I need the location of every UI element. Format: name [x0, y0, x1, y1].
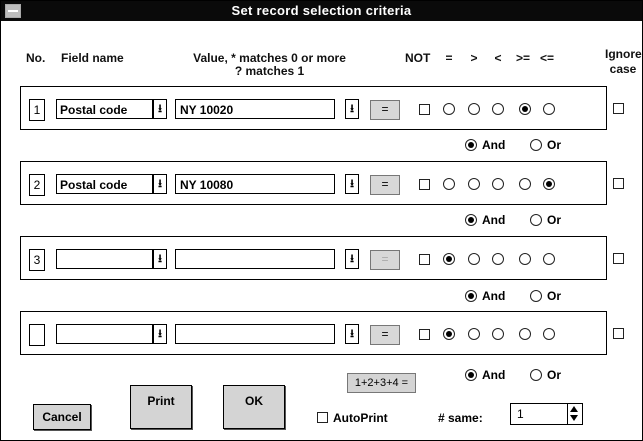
and-radio[interactable]: [465, 290, 477, 302]
or-radio[interactable]: [530, 214, 542, 226]
header-op-lt: <: [494, 51, 502, 65]
ignore-case-checkbox[interactable]: [613, 178, 624, 189]
header-field-name: Field name: [61, 51, 124, 65]
insert-operator-button[interactable]: =: [370, 100, 400, 120]
same-count-label: # same:: [438, 411, 483, 425]
operator-radio-lt[interactable]: [492, 328, 504, 340]
operator-radio-lt[interactable]: [492, 103, 504, 115]
operator-radio-le[interactable]: [543, 103, 555, 115]
window-title: Set record selection criteria: [231, 3, 412, 18]
not-checkbox[interactable]: [419, 104, 430, 115]
value-input[interactable]: NY 10080: [175, 174, 335, 194]
row-number-field[interactable]: 1: [29, 99, 45, 121]
field-dropdown-arrow-icon[interactable]: ⭳: [153, 249, 167, 269]
operator-radio-eq[interactable]: [443, 178, 455, 190]
same-count-spinner[interactable]: 1: [510, 403, 583, 425]
or-radio[interactable]: [530, 369, 542, 381]
and-radio[interactable]: [465, 369, 477, 381]
operator-radio-ge[interactable]: [519, 178, 531, 190]
value-dropdown-arrow-icon[interactable]: ⭳: [345, 324, 359, 344]
header-value-line2: ? matches 1: [234, 64, 305, 78]
value-dropdown-arrow-icon[interactable]: ⭳: [345, 174, 359, 194]
ok-button[interactable]: OK: [223, 385, 285, 429]
operator-radio-ge[interactable]: [519, 103, 531, 115]
criteria-row-2: 2 Postal code ⭳ NY 10080 ⭳ =: [20, 161, 607, 205]
header-not: NOT: [405, 51, 431, 65]
or-label: Or: [547, 289, 562, 303]
not-checkbox[interactable]: [419, 179, 430, 190]
value-dropdown-arrow-icon[interactable]: ⭳: [345, 249, 359, 269]
criteria-row-3: 3 ⭳ ⭳ =: [20, 236, 607, 280]
row-number-field[interactable]: [29, 324, 45, 346]
and-radio[interactable]: [465, 214, 477, 226]
print-button[interactable]: Print: [130, 385, 192, 429]
header-ignore-line1: Ignore: [605, 47, 642, 61]
field-name-select[interactable]: Postal code: [56, 99, 153, 119]
combine-expression-button[interactable]: 1+2+3+4 =: [347, 373, 416, 393]
or-label: Or: [547, 368, 562, 382]
field-name-select[interactable]: [56, 249, 153, 269]
criteria-row-1: 1 Postal code ⭳ NY 10020 ⭳ =: [20, 86, 607, 130]
operator-radio-lt[interactable]: [492, 178, 504, 190]
header-no: No.: [26, 51, 46, 65]
header-op-eq: =: [445, 51, 453, 65]
and-label: And: [482, 213, 506, 227]
not-checkbox[interactable]: [419, 254, 430, 265]
header-op-gt: >: [470, 51, 478, 65]
insert-operator-button[interactable]: =: [370, 175, 400, 195]
operator-radio-le[interactable]: [543, 253, 555, 265]
operator-radio-gt[interactable]: [468, 328, 480, 340]
and-radio[interactable]: [465, 139, 477, 151]
field-name-select[interactable]: [56, 324, 153, 344]
ignore-case-checkbox[interactable]: [613, 253, 624, 264]
cancel-button[interactable]: Cancel: [33, 404, 91, 430]
operator-radio-lt[interactable]: [492, 253, 504, 265]
autoprint-label: AutoPrint: [333, 411, 388, 425]
operator-radio-eq[interactable]: [443, 253, 455, 265]
operator-radio-eq[interactable]: [443, 103, 455, 115]
field-dropdown-arrow-icon[interactable]: ⭳: [153, 174, 167, 194]
operator-radio-ge[interactable]: [519, 253, 531, 265]
row-number-field[interactable]: 3: [29, 249, 45, 271]
insert-operator-button[interactable]: =: [370, 325, 400, 345]
title-bar: Set record selection criteria: [1, 1, 642, 21]
value-input[interactable]: [175, 249, 335, 269]
not-checkbox[interactable]: [419, 329, 430, 340]
criteria-row-4: ⭳ ⭳ =: [20, 311, 607, 355]
field-name-select[interactable]: Postal code: [56, 174, 153, 194]
operator-radio-gt[interactable]: [468, 178, 480, 190]
or-radio[interactable]: [530, 139, 542, 151]
operator-radio-le[interactable]: [543, 328, 555, 340]
or-label: Or: [547, 213, 562, 227]
operator-radio-gt[interactable]: [468, 253, 480, 265]
header-ignore-line2: case: [609, 62, 637, 76]
ignore-case-checkbox[interactable]: [613, 328, 624, 339]
operator-radio-ge[interactable]: [519, 328, 531, 340]
insert-operator-button[interactable]: =: [370, 250, 400, 270]
and-label: And: [482, 138, 506, 152]
row-number-field[interactable]: 2: [29, 174, 45, 196]
ignore-case-checkbox[interactable]: [613, 103, 624, 114]
header-op-ge: >=: [515, 51, 530, 65]
value-input[interactable]: [175, 324, 335, 344]
and-label: And: [482, 289, 506, 303]
or-radio[interactable]: [530, 290, 542, 302]
operator-radio-gt[interactable]: [468, 103, 480, 115]
same-count-value: 1: [517, 407, 524, 421]
selection-criteria-dialog: Set record selection criteria No. Field …: [0, 0, 643, 441]
header-value-line1: Value, * matches 0 or more: [193, 51, 346, 65]
autoprint-checkbox[interactable]: [317, 412, 328, 423]
operator-radio-eq[interactable]: [443, 328, 455, 340]
value-dropdown-arrow-icon[interactable]: ⭳: [345, 99, 359, 119]
or-label: Or: [547, 138, 562, 152]
spin-arrows-icon[interactable]: [567, 404, 582, 424]
header-op-le: <=: [539, 51, 554, 65]
operator-radio-le[interactable]: [543, 178, 555, 190]
value-input[interactable]: NY 10020: [175, 99, 335, 119]
field-dropdown-arrow-icon[interactable]: ⭳: [153, 99, 167, 119]
and-label: And: [482, 368, 506, 382]
field-dropdown-arrow-icon[interactable]: ⭳: [153, 324, 167, 344]
